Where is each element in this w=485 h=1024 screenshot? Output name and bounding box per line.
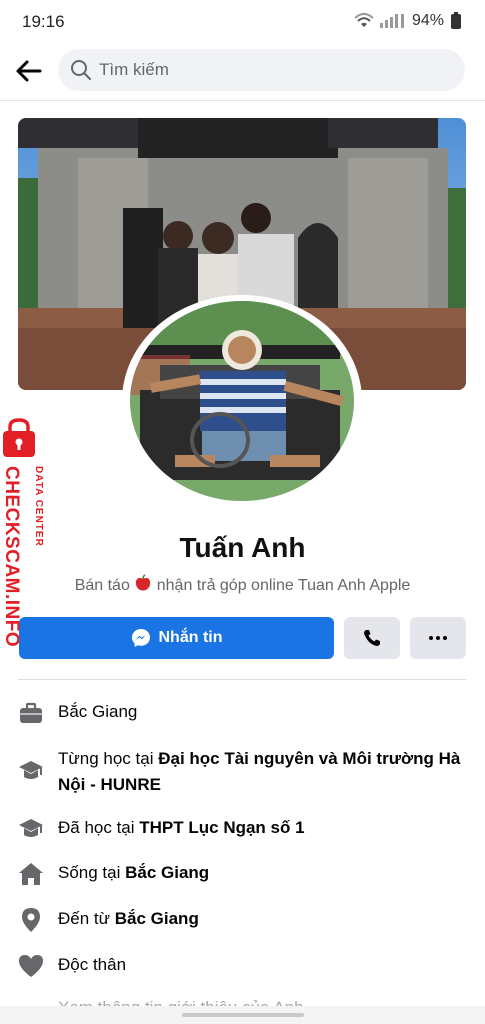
- detail-row-college[interactable]: Từng học tại Đại học Tài nguyên và Môi t…: [18, 746, 466, 798]
- phone-icon: [364, 630, 380, 646]
- search-placeholder: Tìm kiếm: [99, 60, 169, 79]
- status-time: 19:16: [22, 12, 65, 31]
- home-indicator[interactable]: [182, 1013, 304, 1017]
- graduation-cap-icon: [19, 819, 43, 837]
- detail-row-work[interactable]: Bắc Giang: [18, 700, 466, 726]
- back-arrow-icon[interactable]: [12, 54, 46, 88]
- messenger-icon: [131, 629, 150, 647]
- detail-relationship-value: Độc thân: [58, 955, 127, 974]
- battery-percent: 94%: [411, 12, 444, 29]
- detail-lives-prefix: Sống tại: [58, 863, 126, 882]
- system-home-bar: [0, 1006, 485, 1024]
- status-bar: 19:16 94%: [0, 0, 485, 44]
- heart-icon: [19, 955, 43, 977]
- detail-row-lives-in[interactable]: Sống tại Bắc Giang: [18, 861, 466, 887]
- location-pin-icon: [22, 908, 40, 932]
- battery-icon: [451, 11, 461, 29]
- status-icons: 94%: [354, 11, 461, 30]
- detail-highschool-value: THPT Lục Ngạn số 1: [139, 818, 305, 837]
- briefcase-icon: [20, 702, 42, 723]
- more-options-button[interactable]: [410, 617, 466, 659]
- detail-row-relationship[interactable]: Độc thân: [18, 953, 466, 979]
- profile-name: Tuấn Anh: [179, 532, 306, 563]
- detail-lives-value: Bắc Giang: [125, 863, 210, 882]
- search-icon: [71, 60, 91, 80]
- detail-college-prefix: Từng học tại: [58, 749, 159, 768]
- watermark-line-1: DATA CENTER: [33, 466, 44, 547]
- graduation-cap-icon: [19, 761, 43, 779]
- checkscam-watermark: DATA CENTER CHECKSCAM.INFO: [1, 418, 44, 647]
- profile-bio: Bán táo nhận trả góp online Tuan Anh App…: [0, 574, 485, 595]
- message-button[interactable]: Nhắn tin: [19, 617, 334, 659]
- bio-text-start: Bán táo: [74, 577, 130, 594]
- detail-row-highschool[interactable]: Đã học tại THPT Lục Ngạn số 1: [18, 816, 466, 842]
- watermark-line-2: CHECKSCAM.INFO: [1, 466, 22, 647]
- detail-work-value: Bắc Giang: [58, 702, 138, 721]
- red-apple-icon: [136, 574, 151, 591]
- signal-icon: [379, 14, 404, 28]
- profile-avatar[interactable]: [120, 295, 364, 507]
- detail-highschool-prefix: Đã học tại: [58, 818, 140, 837]
- more-dots-icon: [429, 636, 447, 640]
- search-bar[interactable]: Tìm kiếm: [58, 49, 465, 91]
- call-button[interactable]: [344, 617, 400, 659]
- section-divider: [18, 679, 466, 680]
- message-button-label: Nhắn tin: [158, 629, 223, 646]
- detail-row-from[interactable]: Đến từ Bắc Giang: [18, 907, 466, 933]
- wifi-icon: [354, 13, 374, 27]
- bio-text-end: nhận trả góp online Tuan Anh Apple: [156, 577, 411, 594]
- detail-from-value: Bắc Giang: [114, 909, 199, 928]
- home-icon: [19, 863, 43, 885]
- top-nav: Tìm kiếm: [0, 44, 485, 101]
- padlock-icon: [3, 418, 35, 457]
- detail-from-prefix: Đến từ: [58, 909, 115, 928]
